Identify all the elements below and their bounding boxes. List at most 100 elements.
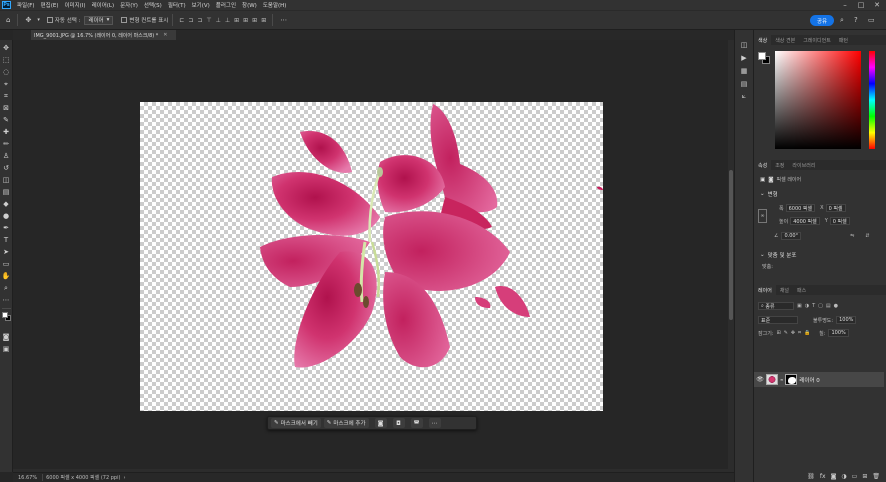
minimize-icon[interactable]: – [838,0,852,10]
scroll-thumb[interactable] [729,170,733,320]
lock-image-icon[interactable]: ✎ [784,330,788,336]
menu-window[interactable]: 창(W) [239,1,260,9]
tab-gradients[interactable]: 그레이디언트 [799,35,835,45]
history-brush-icon[interactable]: ↺ [1,162,12,174]
lock-artboard-icon[interactable]: ⌗ [798,330,801,336]
add-mask-icon[interactable]: ◙ [831,473,837,480]
lock-all-icon[interactable]: 🔒 [804,330,810,336]
lock-position-icon[interactable]: ✥ [791,330,795,336]
invert-mask-icon[interactable]: ◘ [392,418,405,428]
gradient-tool-icon[interactable]: ▤ [1,186,12,198]
menu-file[interactable]: 파일(F) [14,1,38,9]
eyedropper-icon[interactable]: ✎ [1,114,12,126]
path-select-icon[interactable]: ➤ [1,246,12,258]
tab-color[interactable]: 색상 [754,35,772,45]
lock-transparent-icon[interactable]: ⊞ [777,330,781,336]
fill-mask-icon[interactable]: ◚ [410,418,423,428]
tab-libraries[interactable]: 라이브러리 [788,160,819,170]
mask-options-icon[interactable]: ◙ [374,418,387,428]
align-right-icon[interactable]: ⊐ [197,17,202,24]
move-tool-icon[interactable]: ✥ [1,42,12,54]
flip-vertical-icon[interactable]: ⇵ [865,233,869,239]
share-button[interactable]: 공유 [810,15,834,26]
filter-type-icon[interactable]: T [812,303,815,309]
libraries-icon[interactable]: ▦ [741,64,748,77]
fx-icon[interactable]: fx [820,473,826,480]
menu-view[interactable]: 보기(V) [189,1,213,9]
width-field[interactable]: 6000 픽셀 [785,204,816,212]
auto-select-checkbox[interactable] [46,17,53,23]
filter-shape-icon[interactable]: ▢ [818,303,823,309]
dodge-tool-icon[interactable]: ● [1,210,12,222]
tab-properties[interactable]: 속성 [754,160,772,170]
blur-tool-icon[interactable]: ◆ [1,198,12,210]
link-icon[interactable]: ∞ [780,377,783,382]
canvas[interactable] [140,102,603,411]
fill-field[interactable]: 100% [828,329,849,337]
more-icon[interactable]: ⋯ [428,418,441,428]
new-layer-icon[interactable]: ⊞ [862,473,867,480]
quick-mask-icon[interactable]: ◙ [1,331,12,343]
foreground-color[interactable] [1,312,8,318]
chevron-right-icon[interactable]: › [123,475,125,481]
opacity-field[interactable]: 100% [836,316,857,324]
delete-icon[interactable]: 🗑 [872,473,880,480]
height-field[interactable]: 4000 픽셀 [790,217,820,225]
more-tools-icon[interactable]: ⋯ [1,294,12,306]
menu-select[interactable]: 선택(S) [141,1,165,9]
comments-icon[interactable]: ▤ [741,77,748,90]
close-tab-icon[interactable]: ✕ [163,32,167,38]
tab-layers[interactable]: 레이어 [754,285,776,295]
filter-toggle-icon[interactable]: ● [834,303,838,309]
align-center-icon[interactable]: ⊐ [188,17,193,24]
move-tool-icon[interactable]: ✥ [25,16,31,24]
hand-tool-icon[interactable]: ✋ [1,270,12,282]
menu-edit[interactable]: 편집(E) [38,1,62,9]
play-icon[interactable]: ▶ [741,51,746,64]
help-icon[interactable]: ? [854,16,858,24]
frame-tool-icon[interactable]: ⊠ [1,102,12,114]
menu-layer[interactable]: 레이어(L) [89,1,118,9]
filter-pixel-icon[interactable]: ▣ [797,303,802,309]
visibility-eye-icon[interactable]: 👁 [754,376,766,383]
align-top-icon[interactable]: ⊤ [206,17,211,24]
filter-adjustment-icon[interactable]: ◑ [805,303,809,309]
navigator-icon[interactable]: ⟀ [742,90,746,103]
transform-controls-checkbox[interactable] [121,17,128,23]
maximize-icon[interactable]: □ [854,0,868,10]
y-field[interactable]: 0 픽셀 [829,217,850,225]
align-middle-icon[interactable]: ⊥ [216,17,221,24]
screen-mode-icon[interactable]: ▣ [1,343,12,355]
lasso-tool-icon[interactable]: ◌ [1,66,12,78]
angle-field[interactable]: 0.00° [781,232,802,240]
mask-icon[interactable]: ◙ [768,177,773,183]
subtract-from-mask-button[interactable]: ✎ 마스크에서 빼기 [271,418,321,428]
tab-paths[interactable]: 패스 [793,285,810,295]
pen-tool-icon[interactable]: ✒ [1,222,12,234]
flip-horizontal-icon[interactable]: ⇋ [850,233,854,239]
menu-filter[interactable]: 필터(T) [165,1,189,9]
healing-brush-icon[interactable]: ✚ [1,126,12,138]
layer-filter-dropdown[interactable]: ⌕ 종류 [758,302,794,310]
distribute-icon[interactable]: ⊞ [234,17,239,24]
tab-swatches[interactable]: 색상 견본 [771,35,799,45]
adjustment-layer-icon[interactable]: ◑ [841,473,846,480]
clone-stamp-icon[interactable]: ♙ [1,150,12,162]
tab-adjustments[interactable]: 조정 [771,160,788,170]
type-tool-icon[interactable]: T [1,234,12,246]
x-field[interactable]: 0 픽셀 [825,204,846,212]
zoom-tool-icon[interactable]: ⌕ [1,282,12,294]
menu-image[interactable]: 이미지(I) [61,1,88,9]
tab-patterns[interactable]: 패턴 [835,35,852,45]
eraser-icon[interactable]: ◫ [1,174,12,186]
rectangle-tool-icon[interactable]: ▭ [1,258,12,270]
object-select-icon[interactable]: ⌖ [1,78,12,90]
align-section[interactable]: ⌄ 맞춤 및 분포 [760,251,796,259]
align-left-icon[interactable]: ⊏ [179,17,184,24]
color-picker-field[interactable] [775,51,861,149]
color-swatches[interactable] [1,311,12,323]
tab-channels[interactable]: 채널 [776,285,793,295]
link-icon[interactable]: ∞ [758,209,767,223]
filter-smart-icon[interactable]: ▤ [826,303,831,309]
hue-slider[interactable] [869,51,875,149]
